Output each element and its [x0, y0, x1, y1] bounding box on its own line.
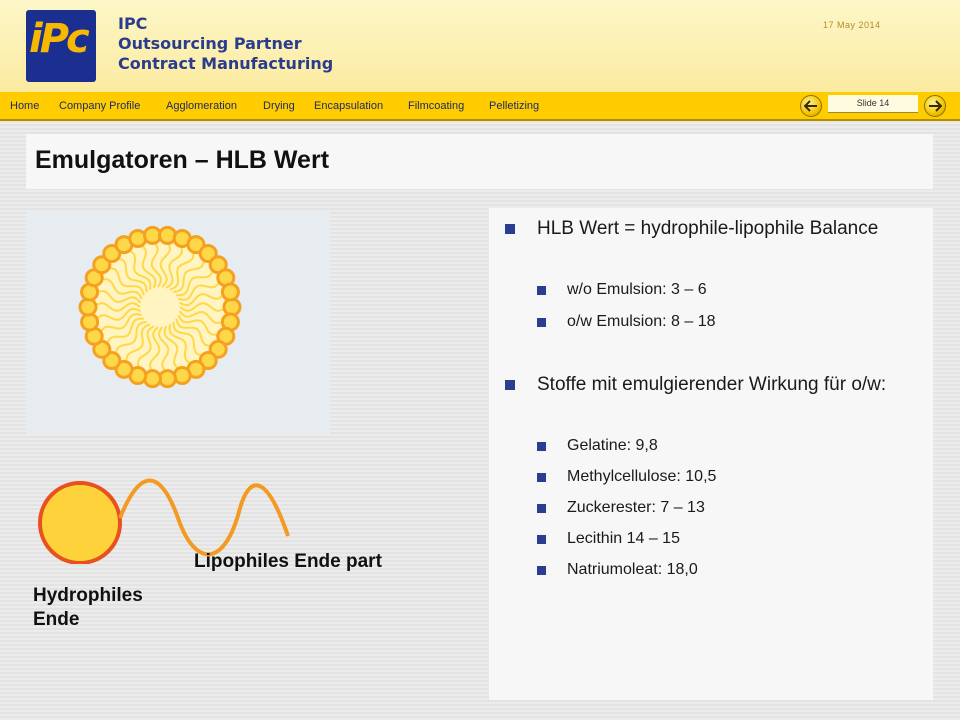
bullet-item: Stoffe mit emulgierender Wirkung für o/w…: [505, 372, 917, 398]
sub-bullet-text: w/o Emulsion: 3 – 6: [567, 281, 707, 298]
next-slide-button[interactable]: [924, 95, 946, 117]
slide-title: Emulgatoren – HLB Wert: [35, 146, 330, 174]
logo-text: iPc: [29, 16, 90, 62]
sub-bullet-item: w/o Emulsion: 3 – 6: [537, 280, 907, 300]
sub-bullet-item: Natriumoleat: 18,0: [537, 560, 907, 580]
sub-bullet-item: Methylcellulose: 10,5: [537, 467, 907, 487]
slide-number: Slide 14: [828, 95, 918, 113]
nav-bar: Home Company Profile Agglomeration Dryin…: [0, 92, 960, 121]
company-tagline-1: Outsourcing Partner: [118, 34, 302, 53]
micelle-head: [80, 312, 100, 332]
bullet-square-icon: [537, 286, 546, 295]
sub-bullet-text: Methylcellulose: 10,5: [567, 468, 717, 485]
micelle-head: [78, 297, 98, 317]
sub-bullet-item: Lecithin 14 – 15: [537, 529, 907, 549]
bullet-square-icon: [505, 224, 515, 234]
ipc-logo: iPc: [26, 10, 96, 82]
label-lipophilic-end: Lipophiles Ende part: [194, 551, 382, 572]
company-name: IPC: [118, 14, 148, 33]
sub-bullet-item: Gelatine: 9,8: [537, 436, 907, 456]
sub-bullet-text: Natriumoleat: 18,0: [567, 561, 698, 578]
bullet-item: HLB Wert = hydrophile-lipophile Balance: [505, 216, 917, 242]
arrow-right-icon: [929, 100, 942, 112]
nav-encapsulation[interactable]: Encapsulation: [314, 100, 383, 112]
micelle-head: [220, 282, 240, 302]
nav-filmcoating[interactable]: Filmcoating: [408, 100, 464, 112]
hydrophilic-head: [38, 481, 122, 564]
bullet-text: Stoffe mit emulgierender Wirkung für o/w…: [537, 374, 887, 395]
sub-bullet-text: Lecithin 14 – 15: [567, 530, 680, 547]
sub-bullet-item: o/w Emulsion: 8 – 18: [537, 312, 907, 332]
micelle-head: [222, 297, 242, 317]
lipophilic-tail: [118, 478, 290, 557]
bullet-square-icon: [537, 442, 546, 451]
slide-date: 17 May 2014: [823, 20, 881, 30]
header: iPc IPC Outsourcing Partner Contract Man…: [0, 0, 960, 92]
company-tagline-2: Contract Manufacturing: [118, 54, 334, 73]
bullet-text: HLB Wert = hydrophile-lipophile Balance: [537, 218, 879, 239]
bullet-square-icon: [537, 318, 546, 327]
label-hydrophilic-end: Hydrophiles Ende: [33, 585, 143, 630]
bullet-square-icon: [537, 566, 546, 575]
content-panel: HLB Wert = hydrophile-lipophile Balance …: [489, 208, 933, 700]
nav-company-profile[interactable]: Company Profile: [59, 100, 140, 112]
nav-pelletizing[interactable]: Pelletizing: [489, 100, 539, 112]
sub-bullet-text: Gelatine: 9,8: [567, 437, 658, 454]
sub-bullet-text: o/w Emulsion: 8 – 18: [567, 313, 716, 330]
nav-drying[interactable]: Drying: [263, 100, 295, 112]
sub-bullet-text: Zuckerester: 7 – 13: [567, 499, 705, 516]
micelle-image: [26, 211, 330, 434]
nav-agglomeration[interactable]: Agglomeration: [166, 100, 237, 112]
bullet-square-icon: [537, 473, 546, 482]
title-bar: Emulgatoren – HLB Wert: [26, 134, 933, 189]
bullet-square-icon: [537, 535, 546, 544]
previous-slide-button[interactable]: [800, 95, 822, 117]
sub-bullet-item: Zuckerester: 7 – 13: [537, 498, 907, 518]
bullet-square-icon: [537, 504, 546, 513]
bullet-square-icon: [505, 380, 515, 390]
micelle-illustration: [78, 225, 242, 389]
nav-home[interactable]: Home: [10, 100, 39, 112]
arrow-left-icon: [804, 100, 817, 112]
